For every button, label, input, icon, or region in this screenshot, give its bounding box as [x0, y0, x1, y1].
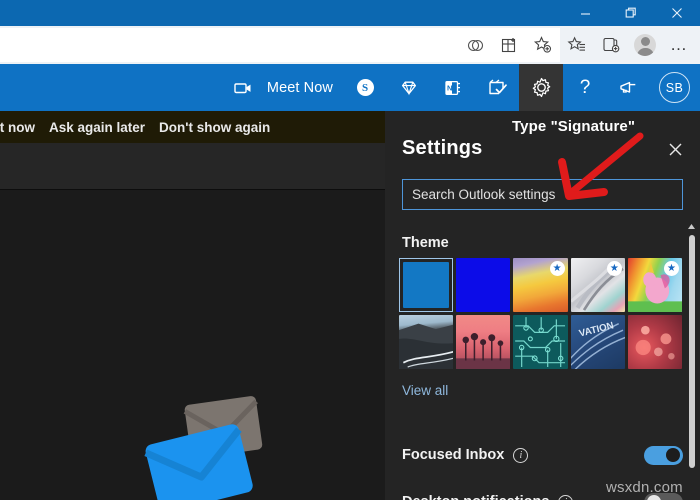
address-bar[interactable] [0, 28, 508, 62]
scrollbar-thumb[interactable] [688, 235, 695, 468]
theme-section-label: Theme [402, 235, 449, 251]
browser-settings-icon[interactable]: … [662, 28, 696, 62]
premium-star-glyph: ★ [552, 262, 562, 274]
browser-titlebar [0, 0, 700, 26]
focused-inbox-row: Focused Inbox i [402, 442, 683, 468]
profile-icon[interactable] [628, 28, 662, 62]
todo-icon[interactable] [475, 64, 519, 111]
outlook-header-actions: Meet Now S N ? SB [221, 64, 700, 111]
ellipsis-glyph: … [670, 35, 688, 54]
theme-swatch-mountain-road[interactable] [399, 315, 454, 370]
outlook-header: Meet Now S N ? SB [0, 64, 700, 111]
browser-toolbar-icons: … [458, 26, 696, 64]
theme-swatch-palm-sunset[interactable] [456, 315, 511, 370]
notification-link-dont-show-again[interactable]: Don't show again [159, 120, 270, 135]
diamond-icon[interactable] [387, 64, 431, 111]
collections-add-icon[interactable] [492, 28, 526, 62]
restore-button[interactable] [608, 0, 654, 26]
help-glyph: ? [579, 77, 591, 98]
info-icon[interactable]: i [513, 447, 529, 463]
notification-link-do-it-now[interactable]: it now [0, 120, 35, 135]
watermark: wsxdn.com [606, 479, 683, 496]
screenshot-root: … Meet Now S N ? SB t now Ask again late… [0, 0, 700, 500]
settings-scrollbar[interactable] [685, 221, 698, 500]
skype-badge-letter: S [356, 79, 374, 96]
desktop-notifications-label: Desktop notifications [402, 494, 549, 500]
info-glyph: i [565, 497, 568, 500]
annotation-text: Type "Signature" [512, 118, 636, 135]
settings-search-wrapper [402, 179, 683, 210]
theme-swatch-circuit-board[interactable] [513, 315, 568, 370]
browser-toolbar: … [0, 26, 700, 64]
theme-swatch-unicorn[interactable]: ★ [627, 258, 683, 313]
premium-star-glyph: ★ [609, 262, 619, 274]
split-screen-icon[interactable] [458, 28, 492, 62]
feedback-icon[interactable] [607, 64, 651, 111]
info-icon[interactable]: i [558, 494, 574, 500]
minimize-button[interactable] [562, 0, 608, 26]
settings-panel-title: Settings [402, 137, 483, 159]
premium-star-badge-icon: ★ [606, 261, 622, 276]
svg-text:N: N [447, 83, 452, 92]
theme-swatch-sunrise-stripes[interactable]: ★ [513, 258, 568, 313]
mail-toolbar-strip [0, 143, 385, 189]
theme-swatch-pure-blue[interactable] [456, 258, 511, 313]
notification-bar: it now Ask again later Don't show again [0, 111, 385, 143]
meet-now-button[interactable]: Meet Now [265, 64, 343, 111]
meet-now-camera-icon[interactable] [221, 64, 265, 111]
empty-state-envelopes-illustration [144, 396, 263, 500]
toggle-knob [666, 448, 680, 462]
focused-inbox-label: Focused Inbox [402, 447, 505, 463]
help-icon[interactable]: ? [563, 64, 607, 111]
premium-star-badge-icon: ★ [549, 261, 565, 276]
onenote-icon[interactable]: N [431, 64, 475, 111]
add-favorite-icon[interactable] [526, 28, 560, 62]
theme-swatch-default-blue[interactable] [399, 258, 454, 313]
profile-avatar [634, 34, 656, 56]
theme-swatch-denim-vation[interactable]: VATION [570, 315, 625, 370]
theme-swatch-silver-ribbons[interactable]: ★ [570, 258, 625, 313]
window-controls [562, 0, 700, 26]
theme-swatch-red-bokeh[interactable] [627, 315, 683, 370]
close-icon[interactable] [660, 135, 690, 163]
settings-panel: Settings Theme ★ [385, 111, 700, 500]
meet-now-label: Meet Now [266, 79, 333, 96]
theme-swatch-grid: ★ ★ ★ VATION [399, 258, 683, 370]
premium-star-glyph: ★ [667, 262, 676, 274]
premium-star-badge-icon: ★ [664, 261, 680, 276]
account-initials: SB [659, 72, 690, 103]
mail-area: it now Ask again later Don't show again [0, 111, 385, 500]
notification-link-ask-again-later[interactable]: Ask again later [49, 120, 145, 135]
view-all-themes-link[interactable]: View all [402, 383, 448, 398]
favorites-icon[interactable] [560, 28, 594, 62]
close-button[interactable] [654, 0, 700, 26]
focused-inbox-toggle[interactable] [644, 445, 683, 465]
search-input[interactable] [402, 179, 683, 210]
info-glyph: i [519, 449, 523, 461]
collections-icon[interactable] [594, 28, 628, 62]
skype-icon[interactable]: S [343, 64, 387, 111]
account-avatar[interactable]: SB [651, 64, 700, 111]
settings-gear-icon[interactable] [519, 64, 563, 111]
scroll-up-arrow-icon[interactable] [685, 221, 698, 232]
